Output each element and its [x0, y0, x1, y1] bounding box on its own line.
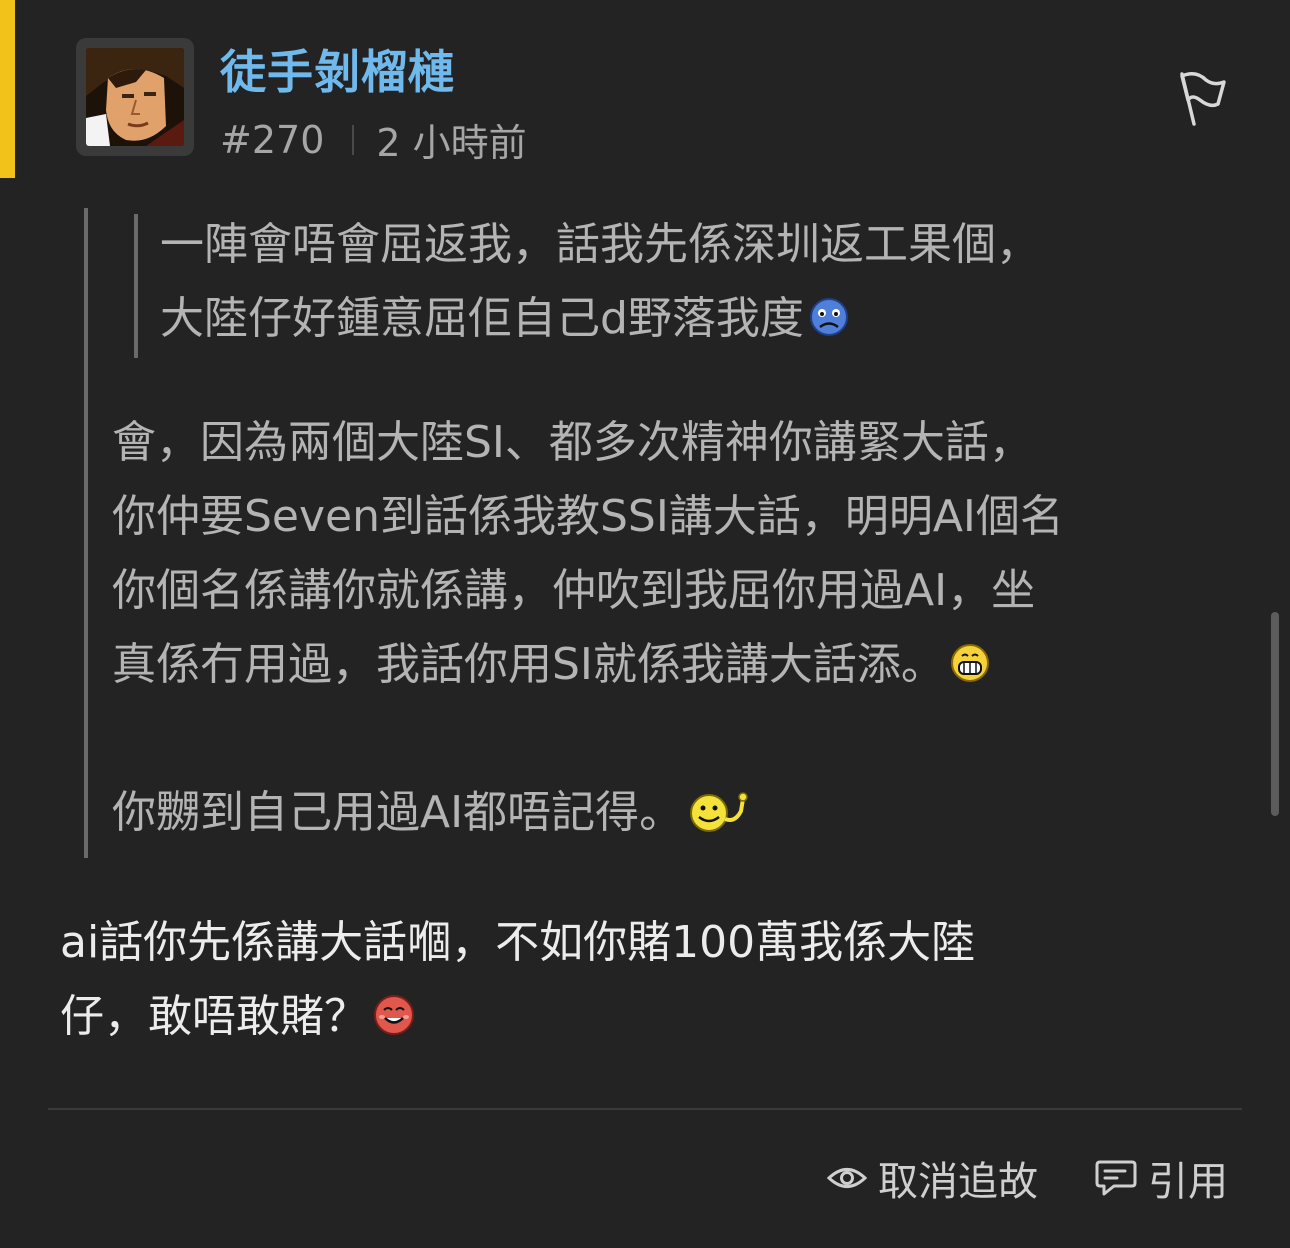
reply-line-with-emoji: 仔，敢唔敢賭？	[60, 980, 975, 1054]
reply-line: 仔，敢唔敢賭？	[60, 991, 368, 1042]
nested-quote-text: 一陣會唔會屈返我，話我先係深圳返工果個， 大陸仔好鍾意屈佢自己d野落我度	[160, 208, 1040, 356]
grin-face-icon	[950, 644, 989, 682]
quote-line: 你嬲到自己用過AI都唔記得。	[112, 787, 684, 838]
quote-border-outer	[84, 208, 88, 858]
nested-quote-line: 大陸仔好鍾意屈佢自己d野落我度	[160, 293, 804, 344]
unfollow-button[interactable]: 取消追故	[826, 1148, 1038, 1208]
quote-bubble-icon	[1095, 1160, 1137, 1196]
flag-icon	[1180, 72, 1226, 126]
quote-button[interactable]: 引用	[1094, 1148, 1228, 1208]
quote-line-with-emoji: 你嬲到自己用過AI都唔記得。	[112, 776, 1064, 850]
post-meta: #270 2 小時前	[220, 112, 527, 167]
quote-line: 你個名係講你就係講，仲吹到我屈你用過AI，坐	[112, 565, 1036, 616]
quote-line: 你仲要Seven到話係我教SSI講大話，明明AI個名	[112, 491, 1064, 542]
report-button[interactable]	[1172, 70, 1228, 128]
nested-quote-line-with-emoji: 大陸仔好鍾意屈佢自己d野落我度	[160, 282, 1040, 356]
quote-line: 真係冇用過，我話你用SI就係我講大話添。	[112, 639, 945, 690]
blush-face-icon	[374, 995, 414, 1035]
smiley-tongue-icon	[690, 792, 748, 832]
quote-label: 引用	[1148, 1159, 1228, 1205]
quote-line-with-emoji: 真係冇用過，我話你用SI就係我講大話添。	[112, 628, 1064, 702]
post-number: #270	[220, 117, 325, 162]
divider	[48, 1108, 1242, 1110]
nested-quote-line: 一陣會唔會屈返我，話我先係深圳返工果個，	[160, 219, 1040, 270]
sad-face-icon	[809, 298, 848, 336]
username[interactable]: 徒手剝榴槤	[220, 36, 455, 102]
quote-line: 會，因為兩個大陸SI、都多次精神你講緊大話，	[112, 417, 1033, 468]
avatar[interactable]	[76, 38, 194, 156]
reply-line: ai話你先係講大話嗰，不如你賭100萬我係大陸	[60, 917, 976, 968]
quote-line	[112, 702, 1064, 776]
post-time: 2 小時前	[376, 121, 527, 165]
avatar-image	[86, 48, 184, 146]
meta-divider	[352, 124, 355, 155]
eye-icon	[826, 1168, 868, 1188]
quote-text: 會，因為兩個大陸SI、都多次精神你講緊大話， 你仲要Seven到話係我教SSI講…	[112, 406, 1064, 850]
post-accent-bar	[0, 0, 15, 178]
reply-text: ai話你先係講大話嗰，不如你賭100萬我係大陸 仔，敢唔敢賭？	[60, 906, 975, 1054]
quote-border-inner	[134, 214, 138, 358]
scrollbar[interactable]	[1271, 612, 1279, 816]
unfollow-label: 取消追故	[878, 1159, 1038, 1205]
